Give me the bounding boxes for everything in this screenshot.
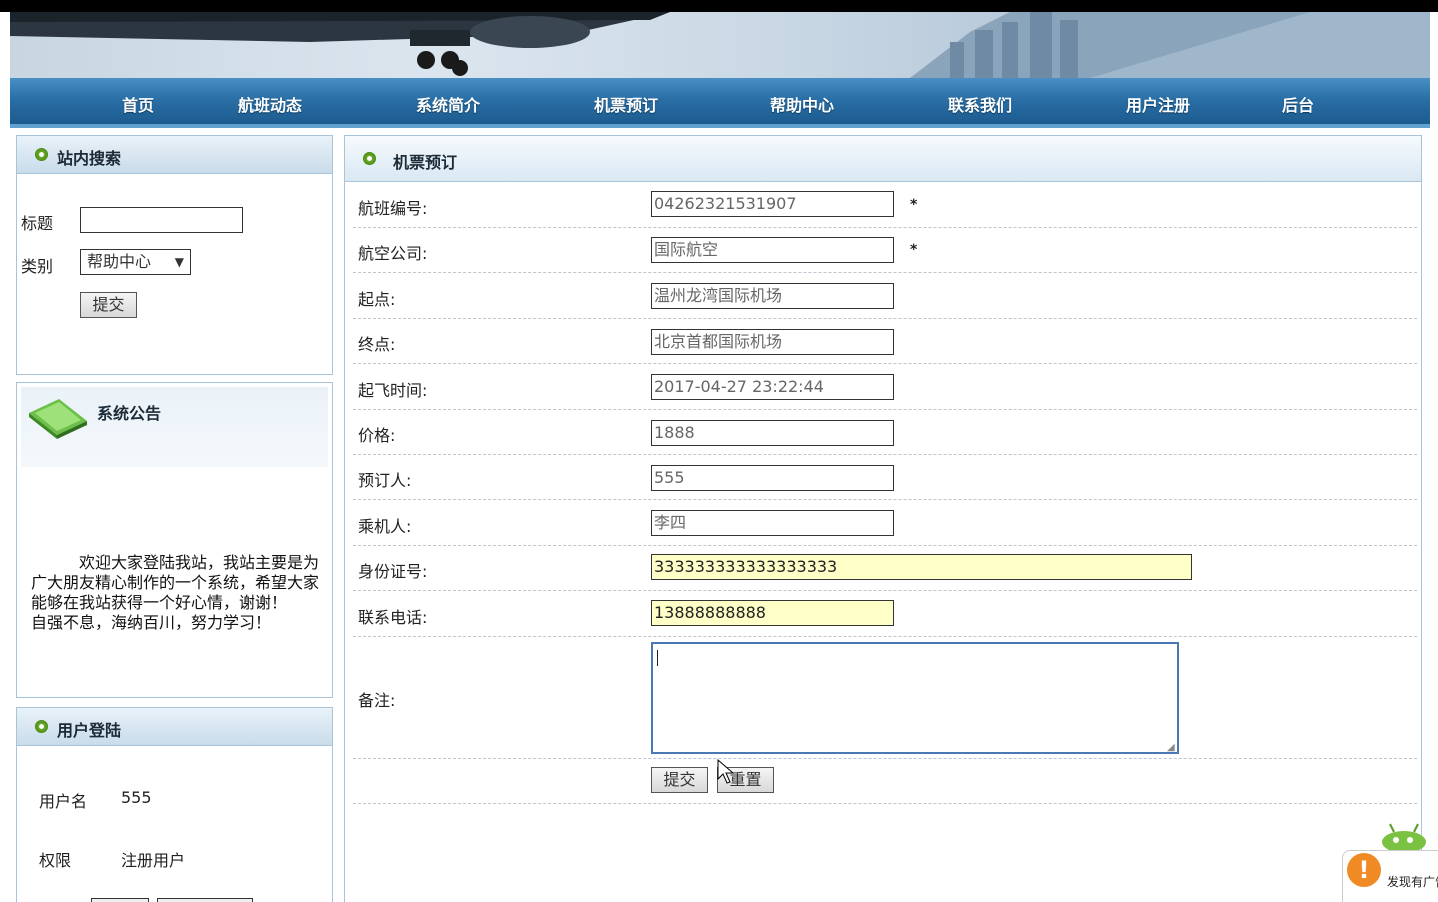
- dropdown-arrow-icon: ▼: [174, 255, 184, 269]
- phone-label: 联系电话:: [358, 608, 428, 627]
- booking-submit-button[interactable]: 提交: [651, 767, 708, 793]
- nav-item-register[interactable]: 用户注册: [1126, 92, 1190, 116]
- notice-panel-title: 系统公告: [97, 404, 162, 423]
- required-mark: *: [910, 242, 918, 258]
- site-banner: [10, 12, 1430, 78]
- form-row: 起飞时间: 2017-04-27 23:22:44: [353, 364, 1417, 410]
- airline-label: 航空公司:: [358, 244, 428, 263]
- search-title-label: 标题: [21, 214, 54, 233]
- modify-button[interactable]: [157, 898, 253, 902]
- notice-panel: 系统公告 欢迎大家登陆我站，我站主要是为广大朋友精心制作的一个系统，希望大家能够…: [16, 382, 336, 698]
- price-label: 价格:: [358, 426, 396, 445]
- origin-input[interactable]: 温州龙湾国际机场: [651, 283, 894, 309]
- booker-label: 预订人:: [358, 471, 412, 490]
- remarks-textarea[interactable]: [651, 642, 1179, 754]
- book-icon: [29, 399, 87, 439]
- form-row: 备注: ◢: [353, 637, 1417, 759]
- notice-text: 欢迎大家登陆我站，我站主要是为广大朋友精心制作的一个系统，希望大家能够在我站获得…: [31, 553, 336, 632]
- departure-time-input[interactable]: 2017-04-27 23:22:44: [651, 374, 894, 400]
- search-type-label: 类别: [21, 257, 54, 276]
- login-panel: 用户登陆 用户名 555 权限 注册用户: [16, 707, 333, 902]
- nav-item-home[interactable]: 首页: [122, 92, 154, 116]
- resize-grip-icon[interactable]: ◢: [1167, 742, 1175, 753]
- notice-panel-header: 系统公告: [21, 387, 328, 467]
- booking-panel-title: 机票预订: [393, 153, 458, 172]
- robot-mascot-icon: [1382, 823, 1426, 852]
- popup-text: 发现有广告: [1387, 875, 1438, 889]
- flight-no-label: 航班编号:: [358, 199, 428, 218]
- nav-item-contact-us[interactable]: 联系我们: [948, 92, 1012, 116]
- required-mark: *: [910, 197, 918, 213]
- mouse-cursor-icon: [717, 759, 735, 784]
- logout-button[interactable]: [91, 898, 149, 902]
- form-row: 航空公司: 国际航空 *: [353, 228, 1417, 273]
- form-row: 乘机人: 李四: [353, 500, 1417, 546]
- bullet-icon: [363, 152, 376, 165]
- text-cursor: [657, 650, 658, 666]
- form-row: 价格: 1888: [353, 410, 1417, 455]
- id-number-input[interactable]: 333333333333333333: [651, 554, 1192, 580]
- username-label: 用户名: [39, 792, 88, 811]
- nav-item-help-center[interactable]: 帮助中心: [770, 92, 834, 116]
- form-row: 提交 重置: [353, 759, 1417, 804]
- search-panel: 站内搜索 标题 类别 帮助中心 ▼ 提交: [16, 135, 333, 375]
- booker-input[interactable]: 555: [651, 465, 894, 491]
- username-value: 555: [121, 788, 152, 807]
- form-row: 航班编号: 04262321531907 *: [353, 182, 1417, 228]
- id-number-label: 身份证号:: [358, 562, 428, 581]
- origin-label: 起点:: [358, 290, 396, 309]
- airplane-banner-image: [10, 12, 1430, 78]
- bullet-icon: [35, 148, 48, 161]
- destination-input[interactable]: 北京首都国际机场: [651, 329, 894, 355]
- phone-input[interactable]: 13888888888: [651, 600, 894, 626]
- destination-label: 终点:: [358, 335, 396, 354]
- bullet-icon: [35, 720, 48, 733]
- ad-notification-popup[interactable]: ! 发现有广告: [1342, 850, 1438, 902]
- passenger-input[interactable]: 李四: [651, 510, 894, 536]
- form-row: 预订人: 555: [353, 455, 1417, 500]
- nav-item-admin[interactable]: 后台: [1282, 92, 1314, 116]
- form-row: 终点: 北京首都国际机场: [353, 319, 1417, 364]
- search-type-value: 帮助中心: [87, 252, 152, 271]
- search-submit-button[interactable]: 提交: [80, 292, 137, 318]
- flight-no-input[interactable]: 04262321531907: [651, 191, 894, 217]
- role-label: 权限: [39, 851, 72, 870]
- departure-time-label: 起飞时间:: [358, 381, 428, 400]
- login-panel-title: 用户登陆: [57, 721, 122, 740]
- window-top-bar: [0, 0, 1438, 12]
- form-row: 身份证号: 333333333333333333: [353, 546, 1417, 591]
- nav-item-ticket-booking[interactable]: 机票预订: [594, 92, 658, 116]
- role-value: 注册用户: [121, 851, 186, 870]
- passenger-label: 乘机人:: [358, 517, 412, 536]
- form-row: 联系电话: 13888888888: [353, 591, 1417, 637]
- warning-icon: !: [1347, 853, 1381, 887]
- nav-item-flight-status[interactable]: 航班动态: [238, 92, 302, 116]
- search-panel-header: 站内搜索: [17, 136, 332, 174]
- search-panel-title: 站内搜索: [57, 149, 122, 168]
- login-panel-header: 用户登陆: [17, 708, 332, 746]
- booking-panel: 机票预订 航班编号: 04262321531907 * 航空公司: 国际航空 *…: [344, 135, 1422, 902]
- search-type-select[interactable]: 帮助中心 ▼: [80, 249, 191, 275]
- booking-panel-header: 机票预订: [345, 136, 1421, 182]
- form-row: 起点: 温州龙湾国际机场: [353, 273, 1417, 319]
- nav-item-system-intro[interactable]: 系统简介: [416, 92, 480, 116]
- price-input[interactable]: 1888: [651, 420, 894, 446]
- remarks-label: 备注:: [358, 691, 396, 710]
- search-title-input[interactable]: [80, 207, 243, 233]
- main-nav: 首页 航班动态 系统简介 机票预订 帮助中心 联系我们 用户注册 后台: [10, 78, 1430, 128]
- airline-input[interactable]: 国际航空: [651, 237, 894, 263]
